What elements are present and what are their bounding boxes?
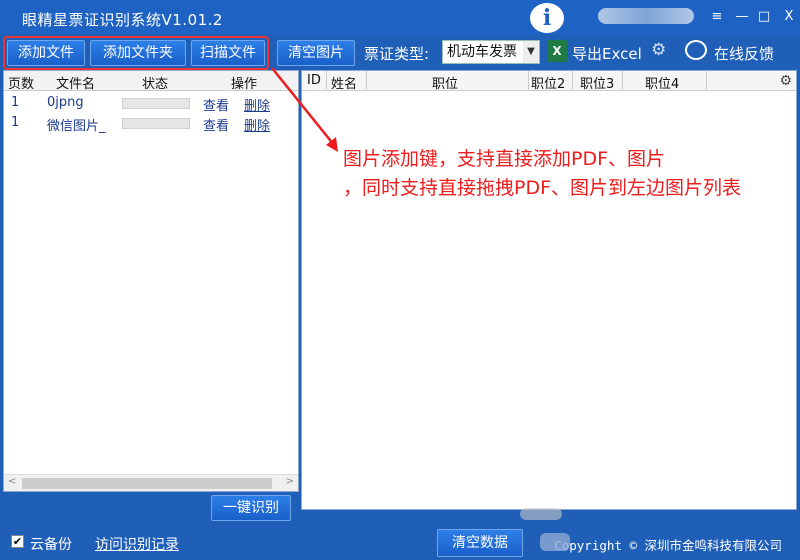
- annotation-line-1: 图片添加键，支持直接添加PDF、图片: [343, 148, 666, 170]
- annotation-line-2: ，同时支持直接拖拽PDF、图片到左边图片列表: [343, 177, 742, 199]
- cloud-backup-checkbox[interactable]: ✔: [11, 535, 24, 548]
- blurred-region: [540, 533, 570, 551]
- clear-data-button[interactable]: 清空数据: [437, 529, 523, 557]
- visit-records-link[interactable]: 访问识别记录: [95, 534, 179, 554]
- annotation-arrow-icon: [271, 67, 338, 152]
- copyright-text: Copyright © 深圳市金鸣科技有限公司: [554, 538, 782, 553]
- status-bar: ✔ 云备份 访问识别记录 Copyright © 深圳市金鸣科技有限公司: [0, 524, 800, 560]
- cloud-backup-label[interactable]: 云备份: [30, 534, 72, 554]
- blurred-region: [520, 508, 562, 520]
